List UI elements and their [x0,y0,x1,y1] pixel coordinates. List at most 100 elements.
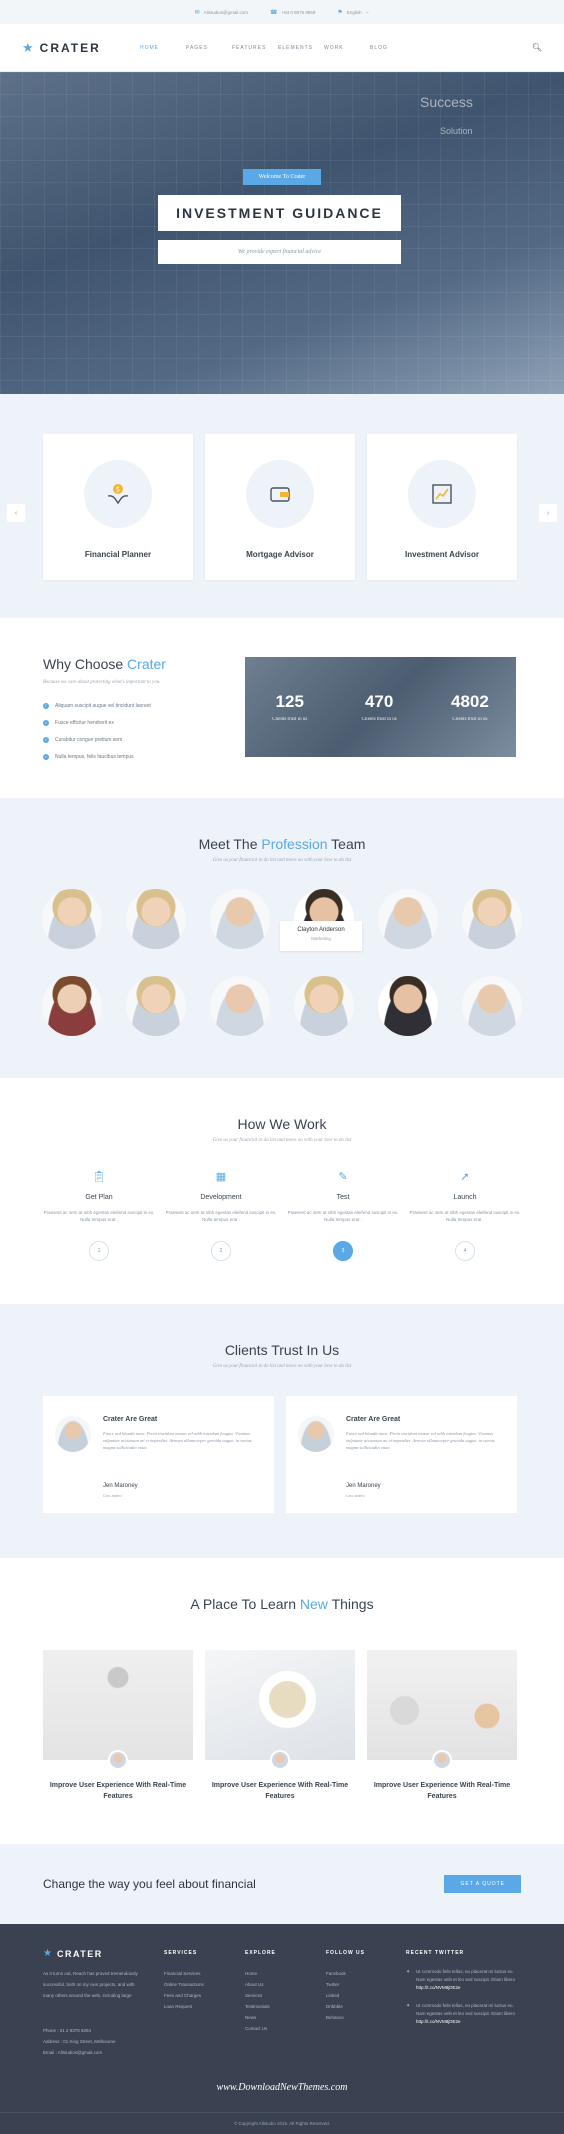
step-item: ✎ Test Praesent ac sem at nibh egestas e… [284,1170,402,1261]
team-member-avatar[interactable] [210,976,270,1036]
step-title: Launch [453,1194,477,1201]
post-image[interactable] [43,1650,193,1770]
nav-elements[interactable]: ELEMENTS [278,45,324,51]
next-arrow-button[interactable]: › [539,504,557,522]
footer-link[interactable]: About Us [245,1979,276,1990]
footer: ★ CRATER As it turns out, Reach has prove… [0,1924,564,2134]
nav-blog[interactable]: BLOG [370,45,416,51]
post-title[interactable]: Improve User Experience With Real-Time F… [367,1780,517,1802]
tweet-link[interactable]: http://t.co/NVM8jDE2e [416,1985,461,1990]
team-member-avatar[interactable] [210,889,270,949]
team-member-avatar[interactable] [378,889,438,949]
blog-post-card[interactable]: Improve User Experience With Real-Time F… [367,1650,517,1802]
service-card[interactable]: Mortgage Advisor [205,434,355,580]
post-title[interactable]: Improve User Experience With Real-Time F… [205,1780,355,1802]
footer-link[interactable]: Fees and Charges [164,1990,204,2001]
check-icon: ✓ [43,736,49,743]
prev-arrow-button[interactable]: ‹ [7,504,25,522]
footer-link[interactable]: Loan Request [164,2001,204,2012]
footer-follow: FOLLOW US Facebook Twitter Linked Dribbb… [326,1950,365,2023]
footer-link[interactable]: Linked [326,1990,365,2001]
clients-title: Clients Trust In Us [224,1342,340,1358]
footer-link[interactable]: Facebook [326,1968,365,1979]
rocket-icon: ➚ [460,1171,470,1183]
why-title: Why Choose Crater [43,656,166,672]
footer-link[interactable]: Contact Us [245,2023,276,2034]
service-label: Investment Advisor [405,550,479,559]
step-number-button[interactable]: 3 [333,1241,353,1261]
featured-member-card[interactable]: Clayton Anderson Marketing [280,921,362,951]
footer-link[interactable]: Financial Services [164,1968,204,1979]
star-logo-icon: ★ [22,39,34,55]
hero-content: Welcome To Crater INVESTMENT GUIDANCE We… [158,169,401,264]
footer-link[interactable]: Twitter [326,1979,365,1990]
why-lead: Because we care about protecting what's … [43,680,161,685]
step-number-button[interactable]: 4 [455,1241,475,1261]
tweet: ✦ Ut commodo felis tellus, eu placerat mi… [406,2003,516,2024]
topbar-phone: ☎ +84 0 8976 8869 [270,9,316,16]
testimonial-quote: Fusce sed blandit nunc. Proin tincidunt … [346,1431,495,1450]
team-member-avatar[interactable] [42,976,102,1036]
footer-link[interactable]: Dribbble [326,2001,365,2012]
tweet-link[interactable]: http://t.co/NVM8jDE2e [416,2019,461,2024]
post-title[interactable]: Improve User Experience With Real-Time F… [43,1780,193,1802]
testimonial-quote: Fusce sed blandit nunc. Proin tincidunt … [103,1431,252,1450]
team-member-avatar[interactable] [126,889,186,949]
step-number-button[interactable]: 2 [211,1241,231,1261]
team-member-avatar[interactable] [126,976,186,1036]
testimonial-heading: Crater Are Great [103,1416,158,1423]
service-label: Mortgage Advisor [246,550,314,559]
team-member-avatar[interactable] [42,889,102,949]
footer-link[interactable]: Home [245,1968,276,1979]
building-icon: ▦ [215,1171,227,1183]
nav-work[interactable]: WORK [324,45,370,51]
team-member-avatar[interactable] [462,976,522,1036]
nav-features[interactable]: FEATURES [232,45,278,51]
blog-section: A Place To Learn New Things Improve User… [0,1558,564,1844]
step-desc: Praesent ac sem at nibh egestas eleifend… [409,1210,521,1222]
footer-services: SERVICES Financial Services Online Trans… [164,1950,204,2012]
service-label: Financial Planner [84,550,152,559]
testimonial-role: Ceo ardeo [346,1493,365,1498]
step-desc: Praesent ac sem at nibh egestas eleifend… [287,1210,399,1222]
blog-post-card[interactable]: Improve User Experience With Real-Time F… [205,1650,355,1802]
author-avatar [270,1750,290,1770]
footer-link[interactable]: Online Transactions [164,1979,204,1990]
footer-link[interactable]: Testimonials [245,2001,276,2012]
step-desc: Praesent ac sem at nibh egestas eleifend… [43,1210,155,1222]
footer-logo[interactable]: ★ CRATER [43,1948,103,1959]
topbar-email[interactable]: ✉ Allstudios@gmail.com [195,9,248,16]
hero-subtitle: We provide expert financial advice [158,240,401,264]
language-select[interactable]: ⚑ English ⌄ [337,9,369,16]
team-member-avatar[interactable] [462,889,522,949]
footer-link[interactable]: News [245,2012,276,2023]
get-quote-button[interactable]: GET A QUOTE [444,1875,521,1893]
avatar [55,1416,91,1452]
nav-pages[interactable]: PAGES [186,45,232,51]
hero-bg-word: Solution [440,126,473,136]
logo[interactable]: ★ CRATER [22,40,140,56]
list-item: ✓ Nulla tempus, felis faucibus tempus [43,753,134,760]
footer-link[interactable]: Services [245,1990,276,2001]
nav-home[interactable]: HOME [140,45,186,51]
footer-explore: EXPLORE Home About Us Services Testimoni… [245,1950,276,2034]
testimonial-card: Crater Are Great Fusce sed blandit nunc.… [43,1396,274,1513]
team-member-avatar[interactable] [378,976,438,1036]
twitter-icon: ✦ [406,2003,411,2009]
service-card[interactable]: Investment Advisor [367,434,517,580]
step-number-button[interactable]: 1 [89,1241,109,1261]
chevron-down-icon: ⌄ [365,9,370,14]
testimonial-author: Jen Maroney [346,1483,381,1489]
post-image[interactable] [205,1650,355,1770]
chevron-right-icon: › [546,509,550,517]
step-item: ➚ Launch Praesent ac sem at nibh egestas… [406,1170,524,1261]
search-icon[interactable]: 🔍︎ [532,43,542,52]
author-avatar [432,1750,452,1770]
checklist-icon: ✎ [338,1171,348,1183]
footer-link[interactable]: Behance [326,2012,365,2023]
blog-post-card[interactable]: Improve User Experience With Real-Time F… [43,1650,193,1802]
clients-section: Clients Trust In Us Give us your financi… [0,1304,564,1558]
service-card[interactable]: $ Financial Planner [43,434,193,580]
post-image[interactable] [367,1650,517,1770]
team-member-avatar[interactable] [294,976,354,1036]
